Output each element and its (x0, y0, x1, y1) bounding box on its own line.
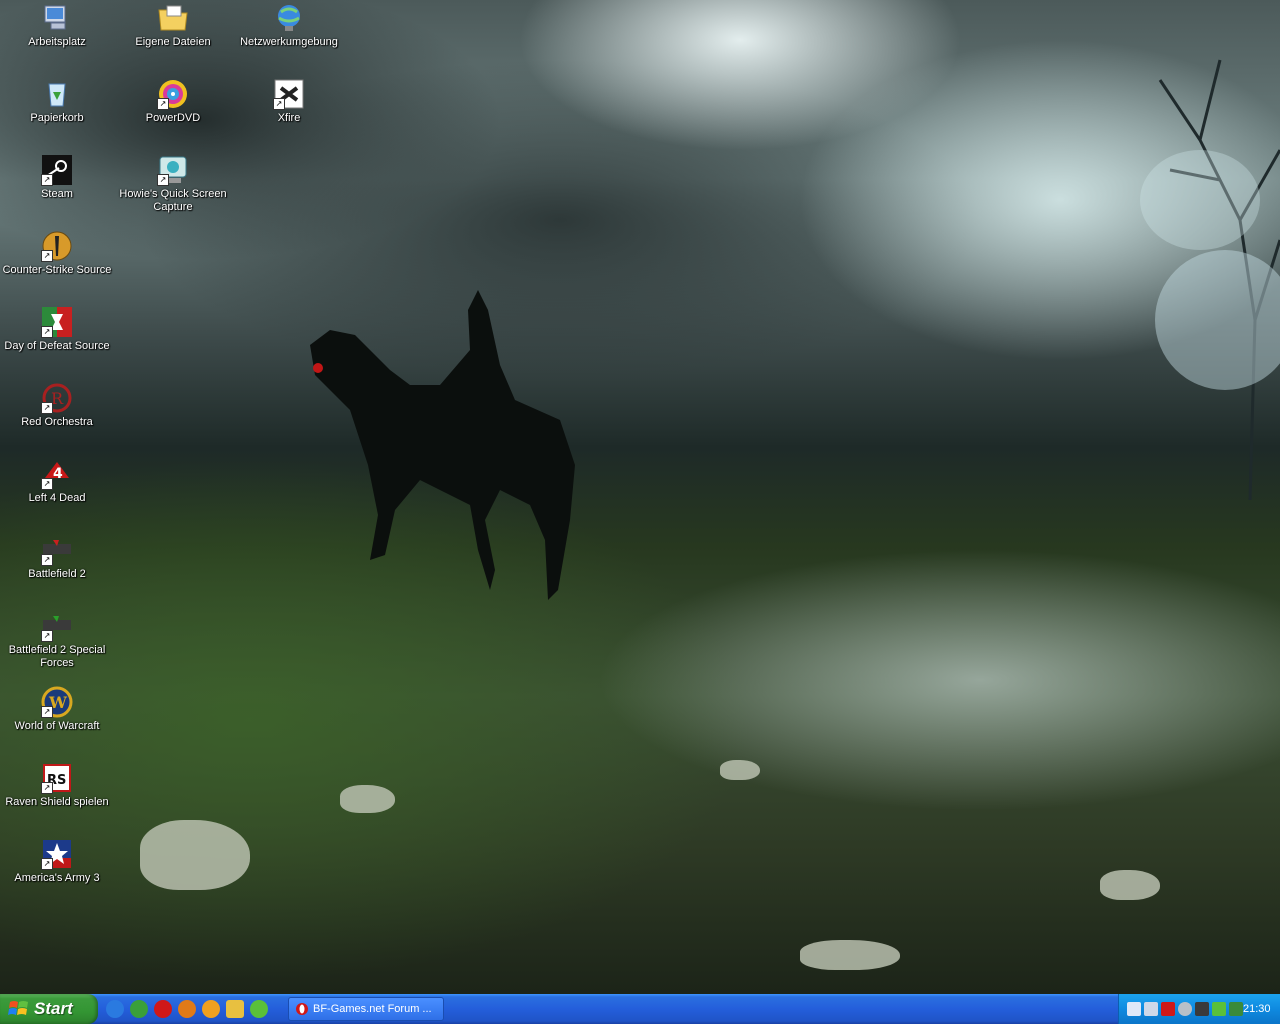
shortcut-arrow-icon: ↗ (41, 554, 53, 566)
shortcut-arrow-icon: ↗ (41, 706, 53, 718)
svg-text:4: 4 (53, 466, 63, 482)
rock (720, 760, 760, 780)
shortcut-arrow-icon: ↗ (157, 174, 169, 186)
shortcut-arrow-icon: ↗ (41, 630, 53, 642)
left4dead-icon: 4 ↗ (41, 458, 73, 490)
wow-icon: W ↗ (41, 686, 73, 718)
desktop-icon-papierkorb[interactable]: Papierkorb (2, 78, 112, 125)
quick-launch-bar (106, 1000, 268, 1020)
frost-tree (1140, 59, 1280, 500)
rock (1100, 870, 1160, 900)
ie-icon[interactable] (106, 1000, 124, 1018)
icon-label: Left 4 Dead (28, 492, 86, 504)
recycle-bin-icon (41, 78, 73, 110)
icon-label: Howie's Quick Screen Capture (119, 188, 227, 213)
steam-icon: ↗ (41, 154, 73, 186)
xfire-icon: ↗ (273, 78, 305, 110)
shortcut-arrow-icon: ↗ (157, 98, 169, 110)
desktop-icon-wow[interactable]: W ↗ World of Warcraft (2, 686, 112, 733)
desktop-icon-battlefield2-sf[interactable]: ↗ Battlefield 2 Special Forces (2, 610, 112, 670)
taskbar: Start BF-Games.net Forum ... 21:30 (0, 994, 1280, 1024)
tray-icons (1127, 1002, 1243, 1016)
shortcut-arrow-icon: ↗ (41, 174, 53, 186)
shortcut-arrow-icon: ↗ (41, 326, 53, 338)
desktop-icon-netzwerkumgebung[interactable]: Netzwerkumgebung (234, 2, 344, 49)
icon-label: Battlefield 2 (28, 568, 86, 580)
winamp-icon[interactable] (226, 1000, 244, 1018)
icon-label: Eigene Dateien (135, 36, 211, 48)
network-icon (273, 2, 305, 34)
clock[interactable]: 21:30 (1243, 1003, 1271, 1015)
red-orchestra-icon: R ↗ (41, 382, 73, 414)
rock (340, 785, 395, 813)
icon-label: Steam (41, 188, 73, 200)
raven-shield-icon: RS ↗ (41, 762, 73, 794)
desktop-icon-counter-strike[interactable]: ↗ Counter-Strike Source (2, 230, 112, 277)
icon-label: Arbeitsplatz (28, 36, 86, 48)
update-tray-icon[interactable] (1178, 1002, 1192, 1016)
start-button[interactable]: Start (0, 994, 98, 1024)
shortcut-arrow-icon: ↗ (41, 250, 53, 262)
steam-tray-icon[interactable] (1195, 1002, 1209, 1016)
icq-icon[interactable] (250, 1000, 268, 1018)
icon-label: Netzwerkumgebung (240, 36, 338, 48)
desktop-icon-steam[interactable]: ↗ Steam (2, 154, 112, 201)
battlefield2-icon: ↗ (41, 534, 73, 566)
messenger-tray-icon[interactable] (1229, 1002, 1243, 1016)
icon-label: World of Warcraft (14, 720, 100, 732)
opera-icon (296, 1003, 308, 1015)
icon-label: Red Orchestra (21, 416, 93, 428)
icon-label: Counter-Strike Source (2, 264, 112, 276)
network-tray-icon[interactable] (1127, 1002, 1141, 1016)
desktop-icon-left4dead[interactable]: 4 ↗ Left 4 Dead (2, 458, 112, 505)
system-tray: 21:30 (1118, 994, 1280, 1024)
opera-icon[interactable] (154, 1000, 172, 1018)
antivirus-tray-icon[interactable] (1161, 1002, 1175, 1016)
icon-label: America's Army 3 (14, 872, 100, 884)
counter-strike-icon: ↗ (41, 230, 73, 262)
taskbar-task-bf-games-forum[interactable]: BF-Games.net Forum ... (288, 997, 444, 1021)
desktop-icon-eigene-dateien[interactable]: Eigene Dateien (118, 2, 228, 49)
desktop-icon-raven-shield[interactable]: RS ↗ Raven Shield spielen (2, 762, 112, 809)
shortcut-arrow-icon: ↗ (41, 478, 53, 490)
shortcut-arrow-icon: ↗ (273, 98, 285, 110)
windows-logo-icon (8, 1001, 28, 1015)
desktop-icon-red-orchestra[interactable]: R ↗ Red Orchestra (2, 382, 112, 429)
shortcut-arrow-icon: ↗ (41, 858, 53, 870)
screen-capture-icon: ↗ (157, 154, 189, 186)
desktop-icon-americas-army[interactable]: ↗ America's Army 3 (2, 838, 112, 885)
desktop-icon-powerdvd[interactable]: ↗ PowerDVD (118, 78, 228, 125)
horseman-silhouette (310, 290, 575, 600)
desktop-icon-arbeitsplatz[interactable]: Arbeitsplatz (2, 2, 112, 49)
start-label: Start (34, 999, 73, 1018)
icq-tray-icon[interactable] (1212, 1002, 1226, 1016)
media-player-icon[interactable] (202, 1000, 220, 1018)
icon-label: Battlefield 2 Special Forces (8, 644, 106, 669)
folder-icon (157, 2, 189, 34)
icon-label: Raven Shield spielen (5, 796, 109, 808)
volume-tray-icon[interactable] (1144, 1002, 1158, 1016)
icon-label: PowerDVD (145, 112, 201, 124)
rock (800, 940, 900, 970)
desktop-icon-battlefield2[interactable]: ↗ Battlefield 2 (2, 534, 112, 581)
rock (140, 820, 250, 890)
firefox-icon[interactable] (178, 1000, 196, 1018)
messenger-icon[interactable] (130, 1000, 148, 1018)
desktop-wallpaper: Arbeitsplatz Papierkorb ↗ Steam ↗ Counte… (0, 0, 1280, 994)
powerdvd-icon: ↗ (157, 78, 189, 110)
icon-label: Xfire (277, 112, 301, 124)
task-label: BF-Games.net Forum ... (313, 1003, 432, 1015)
shortcut-arrow-icon: ↗ (41, 782, 53, 794)
battlefield2-sf-icon: ↗ (41, 610, 73, 642)
desktop-icon-screen-capture[interactable]: ↗ Howie's Quick Screen Capture (118, 154, 228, 214)
icon-label: Day of Defeat Source (4, 340, 110, 352)
desktop-icon-xfire[interactable]: ↗ Xfire (234, 78, 344, 125)
computer-icon (41, 2, 73, 34)
desktop-icon-day-of-defeat[interactable]: ↗ Day of Defeat Source (2, 306, 112, 353)
icon-label: Papierkorb (30, 112, 84, 124)
shortcut-arrow-icon: ↗ (41, 402, 53, 414)
americas-army-icon: ↗ (41, 838, 73, 870)
day-of-defeat-icon: ↗ (41, 306, 73, 338)
